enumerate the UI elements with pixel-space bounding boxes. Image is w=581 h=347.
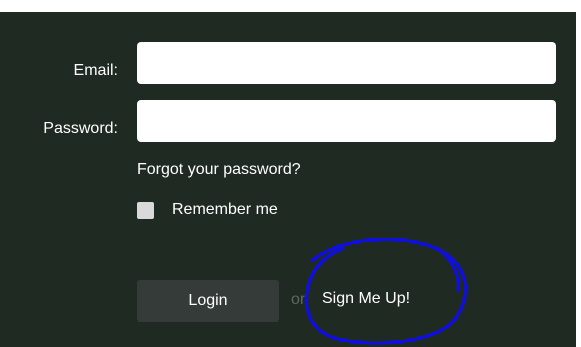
login-panel: Email: Password: Forgot your password? R…: [0, 12, 576, 347]
remember-me-row: Remember me: [137, 201, 278, 219]
sign-up-link[interactable]: Sign Me Up!: [322, 290, 410, 308]
login-button[interactable]: Login: [137, 280, 279, 322]
remember-me-label: Remember me: [172, 201, 278, 218]
password-label: Password:: [43, 120, 118, 137]
or-separator: or: [291, 291, 306, 308]
remember-me-checkbox[interactable]: [137, 201, 154, 219]
forgot-password-link[interactable]: Forgot your password?: [137, 161, 301, 179]
email-label: Email:: [73, 62, 118, 79]
email-field[interactable]: [137, 42, 556, 84]
password-field[interactable]: [137, 100, 556, 142]
